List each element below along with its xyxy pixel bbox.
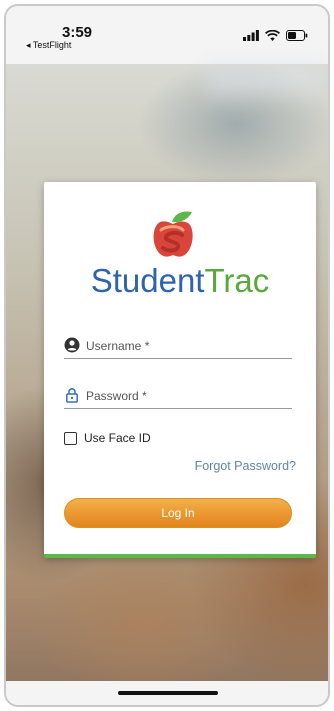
signal-icon bbox=[243, 30, 259, 41]
password-field bbox=[64, 385, 292, 409]
home-indicator[interactable] bbox=[118, 691, 218, 695]
forgot-password-link[interactable]: Forgot Password? bbox=[195, 459, 296, 473]
phone-frame: 3:59 ◂ TestFlight StudentTrac Username *… bbox=[4, 4, 330, 707]
lock-icon bbox=[66, 388, 78, 403]
brand-wordmark: StudentTrac bbox=[44, 262, 316, 300]
brand-part-student: Student bbox=[90, 262, 205, 299]
home-bar-area bbox=[6, 681, 328, 705]
login-button[interactable]: Log In bbox=[64, 498, 292, 528]
apple-logo-icon bbox=[153, 211, 193, 257]
face-id-checkbox[interactable] bbox=[64, 431, 77, 445]
face-id-label: Use Face ID bbox=[84, 431, 151, 445]
status-icons bbox=[243, 30, 308, 41]
wifi-icon bbox=[265, 30, 280, 41]
background-light bbox=[206, 64, 326, 94]
face-id-option[interactable]: Use Face ID bbox=[64, 431, 151, 445]
username-field bbox=[64, 335, 292, 359]
brand-part-trac: Trac bbox=[204, 262, 270, 299]
status-time: 3:59 bbox=[62, 24, 93, 41]
status-bar: 3:59 ◂ TestFlight bbox=[6, 6, 328, 64]
battery-icon bbox=[286, 30, 308, 41]
back-to-testflight-link[interactable]: ◂ TestFlight bbox=[26, 40, 71, 51]
username-input[interactable] bbox=[86, 335, 286, 357]
user-icon bbox=[64, 337, 80, 353]
login-card: StudentTrac Use Face ID Forgot Password?… bbox=[44, 182, 316, 558]
password-input[interactable] bbox=[86, 385, 286, 407]
